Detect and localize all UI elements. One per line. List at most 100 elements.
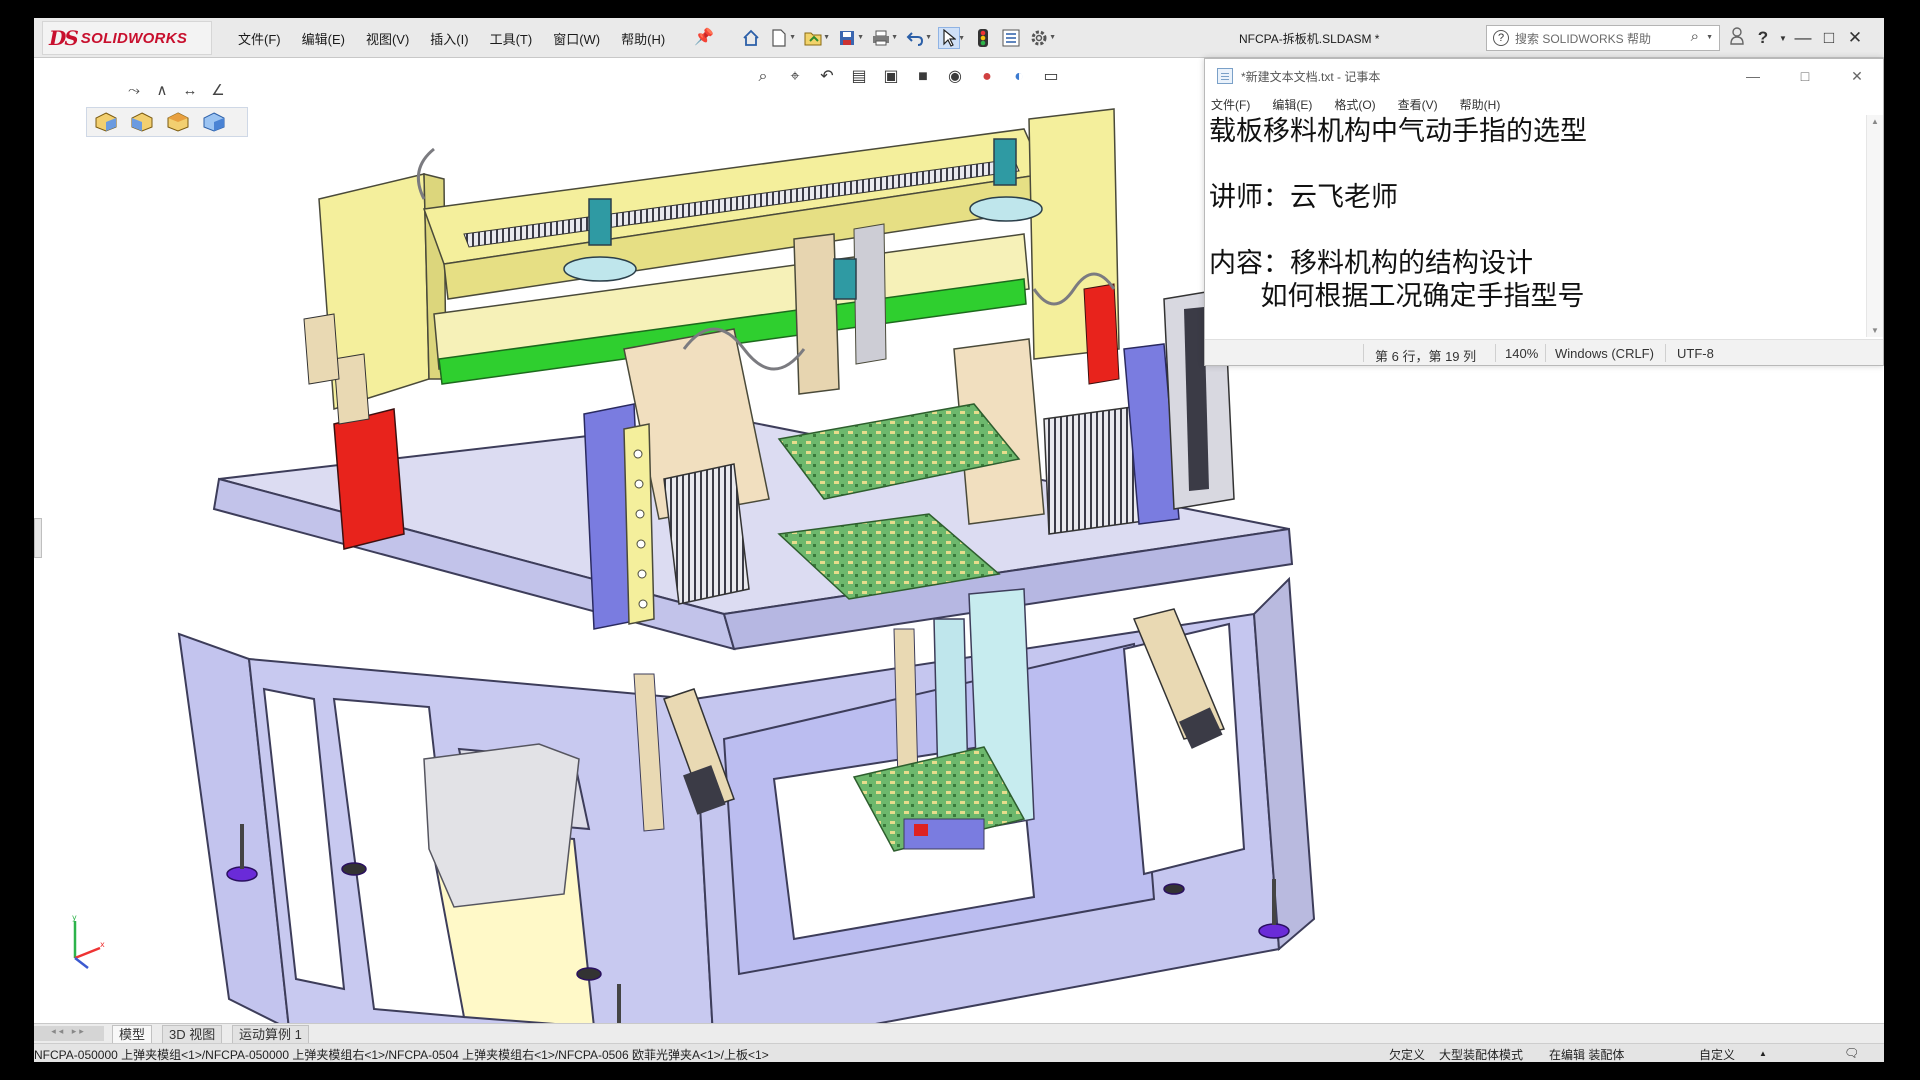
text-line: 载板移料机构中气动手指的选型 bbox=[1209, 116, 1587, 147]
heads-up-view-toolbar: ⌕ ⌖ ↶ ▤ ▣ ■ ◉ ● ◐ ▭ bbox=[750, 65, 1070, 89]
text-line bbox=[1209, 148, 1855, 181]
notepad-title-bar[interactable]: *新建文本文档.txt - 记事本 — □ ✕ bbox=[1205, 59, 1883, 93]
display-style-icon[interactable]: ■ bbox=[910, 65, 936, 89]
menu-window[interactable]: 窗口(W) bbox=[553, 29, 600, 48]
menu-view[interactable]: 视图(V) bbox=[366, 29, 409, 48]
undo-icon[interactable]: ▼ bbox=[904, 27, 932, 49]
text-line bbox=[1209, 214, 1855, 247]
rebuild-icon[interactable] bbox=[972, 27, 994, 49]
cursor-position: 第 6 行，第 19 列 bbox=[1375, 349, 1477, 364]
new-document-icon[interactable]: ▼ bbox=[768, 27, 796, 49]
help-icon[interactable]: ? bbox=[1750, 28, 1776, 48]
menu-tools[interactable]: 工具(T) bbox=[490, 29, 533, 48]
assembly-mode: 大型装配体模式 bbox=[1439, 1048, 1524, 1062]
center-slide bbox=[793, 233, 840, 395]
menu-insert[interactable]: 插入(I) bbox=[430, 29, 468, 48]
grey-box bbox=[423, 743, 580, 908]
magazine-left bbox=[663, 463, 750, 605]
ds-logo-icon: DS bbox=[49, 26, 79, 50]
comment-icon[interactable]: 🗨 bbox=[1844, 1046, 1859, 1060]
top-view-icon[interactable] bbox=[167, 112, 189, 132]
menu-edit[interactable]: 编辑(E) bbox=[302, 29, 345, 48]
restore-icon[interactable]: □ bbox=[1816, 28, 1842, 48]
file-properties-icon[interactable] bbox=[1000, 27, 1022, 49]
minimize-icon[interactable]: — bbox=[1790, 28, 1816, 48]
horizontal-dimension-icon[interactable]: ↔ bbox=[176, 79, 204, 103]
section-view-icon[interactable]: ▤ bbox=[846, 65, 872, 89]
help-search-box[interactable]: ? 搜索 SOLIDWORKS 帮助 ⌕ ▼ bbox=[1486, 25, 1720, 51]
definition-status: 欠定义 bbox=[1389, 1048, 1426, 1062]
search-dropdown-icon[interactable]: ▼ bbox=[1706, 34, 1713, 41]
normal-to-icon[interactable] bbox=[203, 112, 225, 132]
close-icon[interactable]: ✕ bbox=[1842, 28, 1868, 48]
document-tabs: ◂◂ ▸▸ 模型 3D 视图 运动算例 1 bbox=[34, 1023, 1884, 1043]
notepad-minimize-icon[interactable]: — bbox=[1727, 59, 1779, 93]
svg-text:y: y bbox=[72, 913, 77, 922]
solidworks-title-bar: DS SOLIDWORKS 文件(F) 编辑(E) 视图(V) 插入(I) 工具… bbox=[34, 18, 1884, 58]
notepad-window: *新建文本文档.txt - 记事本 — □ ✕ 文件(F) 编辑(E) 格式(O… bbox=[1204, 58, 1884, 366]
search-icon[interactable]: ⌕ bbox=[1691, 28, 1699, 45]
tab-model[interactable]: 模型 bbox=[112, 1025, 153, 1043]
help-search-placeholder: 搜索 SOLIDWORKS 帮助 bbox=[1515, 31, 1652, 46]
notepad-menu-help[interactable]: 帮助(H) bbox=[1460, 96, 1501, 113]
window-controls: ? ▼ — □ ✕ bbox=[1724, 24, 1868, 52]
open-icon[interactable]: ▼ bbox=[802, 27, 830, 49]
units-dropdown-icon[interactable]: ▲ bbox=[1759, 1049, 1767, 1058]
view-orientation-icon[interactable]: ▣ bbox=[878, 65, 904, 89]
scroll-down-icon[interactable]: ▼ bbox=[1867, 326, 1883, 335]
document-title: NFCPA-拆板机.SLDASM * bbox=[1239, 32, 1380, 46]
notepad-menu-edit[interactable]: 编辑(E) bbox=[1272, 96, 1312, 113]
pin-menu-icon[interactable]: 📌 bbox=[694, 27, 714, 47]
svg-text:x: x bbox=[100, 940, 105, 949]
line-ending: Windows (CRLF) bbox=[1555, 346, 1654, 361]
isometric-view-icon[interactable] bbox=[95, 112, 117, 132]
text-line: 如何根据工况确定手指型号 bbox=[1209, 281, 1585, 312]
notepad-scrollbar[interactable]: ▲ ▼ bbox=[1866, 115, 1883, 337]
red-block bbox=[333, 408, 405, 550]
editing-status: 在编辑 装配体 bbox=[1549, 1048, 1625, 1062]
solidworks-logo-button[interactable]: DS SOLIDWORKS bbox=[42, 21, 212, 55]
line-icon[interactable]: ∧ bbox=[148, 79, 176, 103]
solidworks-logo-text: SOLIDWORKS bbox=[80, 29, 188, 47]
notepad-maximize-icon[interactable]: □ bbox=[1779, 59, 1831, 93]
previous-view-icon[interactable]: ↶ bbox=[814, 65, 840, 89]
select-icon[interactable]: ▼ bbox=[938, 27, 965, 49]
standard-toolbar: ▼ ▼ ▼ ▼ ▼ ▼ ▼ bbox=[740, 24, 1056, 52]
print-icon[interactable]: ▼ bbox=[870, 27, 898, 49]
notepad-window-controls: — □ ✕ bbox=[1727, 59, 1883, 93]
angle-icon[interactable]: ∠ bbox=[204, 79, 232, 103]
notepad-title: *新建文本文档.txt - 记事本 bbox=[1241, 69, 1381, 84]
tab-3d-view[interactable]: 3D 视图 bbox=[162, 1025, 223, 1043]
units-custom[interactable]: 自定义 bbox=[1699, 1046, 1735, 1062]
tab-scroll-arrows[interactable]: ◂◂ ▸▸ bbox=[34, 1026, 104, 1041]
save-icon[interactable]: ▼ bbox=[836, 27, 864, 49]
notepad-menu-view[interactable]: 查看(V) bbox=[1398, 96, 1438, 113]
screen-frame: DS SOLIDWORKS 文件(F) 编辑(E) 视图(V) 插入(I) 工具… bbox=[34, 18, 1884, 1062]
notepad-icon bbox=[1217, 68, 1233, 84]
notepad-status-bar: 第 6 行，第 19 列 140% Windows (CRLF) UTF-8 bbox=[1205, 339, 1883, 365]
notepad-menu-bar: 文件(F) 编辑(E) 格式(O) 查看(V) 帮助(H) bbox=[1205, 93, 1883, 115]
menu-help[interactable]: 帮助(H) bbox=[621, 29, 665, 48]
view-cube-tools bbox=[86, 107, 248, 137]
edit-appearance-icon[interactable]: ● bbox=[974, 65, 1000, 89]
tab-motion-study[interactable]: 运动算例 1 bbox=[232, 1025, 309, 1043]
apply-scene-icon[interactable]: ◐ bbox=[1006, 65, 1032, 89]
options-icon[interactable]: ▼ bbox=[1028, 27, 1056, 49]
feature-manager-toggle[interactable] bbox=[34, 518, 42, 558]
notepad-text-area[interactable]: 载板移料机构中气动手指的选型 讲师：云飞老师 内容：移料机构的结构设计 如何根据… bbox=[1209, 115, 1855, 337]
notepad-menu-format[interactable]: 格式(O) bbox=[1334, 96, 1375, 113]
user-icon[interactable] bbox=[1724, 26, 1750, 50]
zoom-to-fit-icon[interactable]: ⌕ bbox=[750, 65, 776, 89]
menu-file[interactable]: 文件(F) bbox=[238, 29, 281, 48]
scroll-up-icon[interactable]: ▲ bbox=[1867, 117, 1883, 126]
zoom-area-icon[interactable]: ⌖ bbox=[782, 65, 808, 89]
notepad-close-icon[interactable]: ✕ bbox=[1831, 59, 1883, 93]
view-settings-icon[interactable]: ▭ bbox=[1038, 65, 1064, 89]
front-view-icon[interactable] bbox=[131, 112, 153, 132]
smart-dimension-icon[interactable]: ⤳ bbox=[120, 79, 148, 103]
help-dropdown-icon[interactable]: ▼ bbox=[1776, 34, 1790, 43]
sketch-tools: ⤳ ∧ ↔ ∠ bbox=[120, 79, 232, 103]
notepad-menu-file[interactable]: 文件(F) bbox=[1211, 96, 1250, 113]
hide-show-icon[interactable]: ◉ bbox=[942, 65, 968, 89]
home-icon[interactable] bbox=[740, 27, 762, 49]
